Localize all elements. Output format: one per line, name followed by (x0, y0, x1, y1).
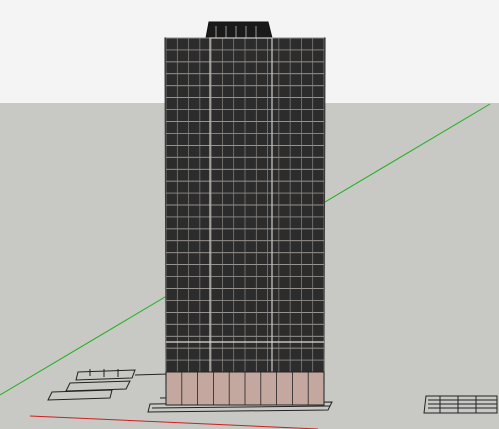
sketchup-viewport[interactable] (0, 0, 499, 429)
site-outline-left (47, 369, 169, 401)
red-axis (29, 415, 319, 429)
model-canvas[interactable] (0, 0, 499, 429)
high-rise-tower-model[interactable] (164, 21, 326, 406)
site-outline-right (423, 395, 498, 414)
